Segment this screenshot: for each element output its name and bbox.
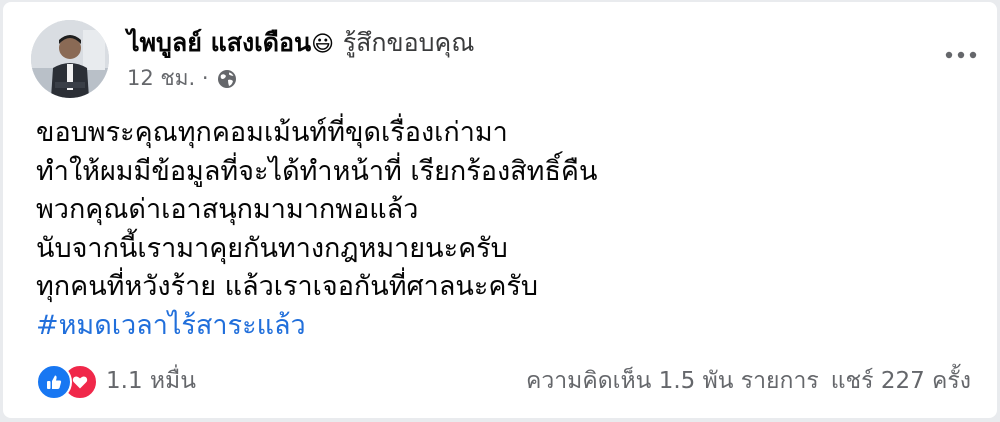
reactions-count: 1.1 หมื่น [106,368,196,394]
feeling-text: รู้สึกขอบคุณ [342,28,475,57]
post-body: ขอบพระคุณทุกคอมเม้นท์ที่ขุดเรื่องเก่ามา … [36,114,597,345]
reactions-summary[interactable]: 1.1 หมื่น [36,363,196,400]
post-header-title: ไพบูลย์ แสงเดือน😃 รู้สึกขอบคุณ [127,23,474,63]
reaction-icons [36,364,98,400]
post-footer: 1.1 หมื่น ความคิดเห็น 1.5 พัน รายการ แชร… [36,360,971,402]
smiling-face-emoji: 😃 [311,32,334,57]
post-text-line: นับจากนี้เรามาคุยกันทางกฎหมายนะครับ [36,232,508,264]
post-text-line: พวกคุณด่าเอาสนุกมามากพอแล้ว [36,194,419,225]
like-icon [36,364,72,400]
more-options-button[interactable] [939,40,983,70]
post-text-line: ทำให้ผมมีข้อมูลที่จะได้ทำหน้าที่ เรียกร้… [36,155,598,187]
post-meta: 12 ชม. · [127,62,237,95]
avatar-photo [31,20,109,98]
comments-count-link[interactable]: ความคิดเห็น 1.5 พัน รายการ [526,363,819,399]
hashtag-link[interactable]: #หมดเวลาไร้สาระแล้ว [36,307,597,346]
post-text-line: ทุกคนที่หวังร้าย แล้วเราเจอกันที่ศาลนะคร… [36,271,539,302]
author-name[interactable]: ไพบูลย์ แสงเดือน [127,28,311,57]
shares-count-link[interactable]: แชร์ 227 ครั้ง [831,363,971,399]
more-options-icon [945,51,977,59]
engagement-stats: ความคิดเห็น 1.5 พัน รายการ แชร์ 227 ครั้… [526,363,971,399]
post-card: ไพบูลย์ แสงเดือน😃 รู้สึกขอบคุณ 12 ชม. · … [3,2,997,418]
post-text-line: ขอบพระคุณทุกคอมเม้นท์ที่ขุดเรื่องเก่ามา [36,117,508,148]
avatar[interactable] [31,20,109,98]
globe-icon[interactable] [217,69,237,89]
post-timestamp[interactable]: 12 ชม. · [127,62,209,95]
